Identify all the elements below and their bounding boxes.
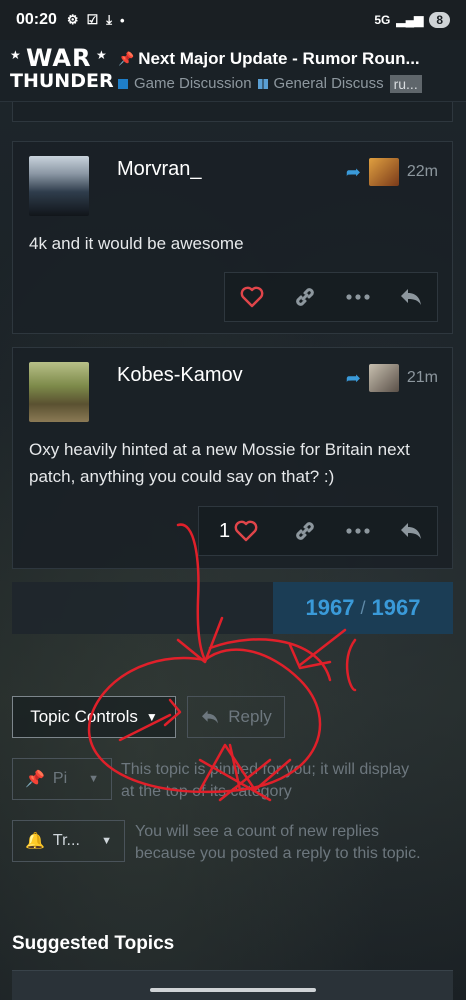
pin-icon: 📌 — [118, 50, 135, 66]
category-color-icon — [257, 78, 268, 89]
post-time[interactable]: 22m — [407, 163, 438, 181]
suggested-topics-list — [12, 970, 453, 1000]
post-actions: 1 — [198, 506, 438, 556]
timeline-bar: 1967 / 1967 — [12, 582, 453, 634]
more-options-button[interactable] — [341, 280, 375, 314]
battery-indicator: 8 — [429, 12, 450, 28]
post-username[interactable]: Kobes-Kamov — [117, 364, 243, 387]
war-thunder-logo[interactable]: ★ WAR ★ THUNDER — [8, 42, 114, 100]
post-time[interactable]: 21m — [407, 369, 438, 387]
bell-icon: 🔔 — [25, 833, 45, 850]
post-position-indicator[interactable]: 1967 / 1967 — [273, 582, 453, 634]
avatar[interactable] — [29, 362, 89, 422]
site-header: ★ WAR ★ THUNDER 📌 Next Major Update - Ru… — [0, 40, 466, 102]
pinned-description: This topic is pinned for you; it will di… — [121, 761, 410, 800]
post-actions — [224, 272, 438, 322]
status-bar: 00:20 ⚙ ☑ ⤓ • 5G ▂▄▆ 8 — [0, 0, 466, 40]
current-post-number: 1967 — [305, 595, 355, 620]
reply-button[interactable] — [394, 280, 428, 314]
post-body: 4k and it would be awesome — [29, 234, 244, 253]
topic-title-text: Next Major Update - Rumor Roun... — [138, 48, 420, 68]
pinned-dropdown[interactable]: 📌 Pi ▼ — [12, 758, 112, 800]
link-icon — [295, 522, 314, 540]
reply-icon — [400, 523, 421, 539]
avatar[interactable] — [29, 156, 89, 216]
pin-icon: 📌 — [25, 771, 45, 788]
reply-to-arrow-icon[interactable]: ➦ — [346, 368, 361, 389]
suggested-topics-heading: Suggested Topics — [12, 933, 175, 954]
heart-icon — [234, 520, 258, 542]
more-options-button[interactable] — [341, 514, 375, 548]
check-box-icon: ☑ — [86, 12, 99, 27]
share-link-button[interactable] — [288, 514, 322, 548]
total-post-number: 1967 — [371, 595, 421, 620]
dot-icon: • — [119, 12, 125, 28]
like-button[interactable] — [235, 280, 269, 314]
caret-down-icon: ▼ — [145, 710, 158, 724]
tracking-dropdown[interactable]: 🔔 Tr... ▼ — [12, 820, 125, 862]
topic-controls-label: Topic Controls — [30, 707, 138, 726]
status-time: 00:20 — [16, 11, 57, 28]
reply-to-avatar[interactable] — [368, 364, 399, 392]
ellipsis-icon — [345, 294, 370, 300]
caret-down-icon: ▼ — [88, 773, 99, 785]
logo-line1: WAR — [26, 43, 92, 72]
previous-post-stub — [12, 102, 453, 122]
reply-label: Reply — [228, 707, 272, 726]
reply-to-avatar[interactable] — [368, 158, 399, 186]
reply-button[interactable] — [394, 514, 428, 548]
star-icon: ★ — [10, 47, 21, 62]
category-link-game-discussion[interactable]: Game Discussion — [134, 75, 252, 92]
signal-icon: ▂▄▆ — [396, 13, 424, 27]
share-link-button[interactable] — [288, 280, 322, 314]
post: Kobes-Kamov ➦ 21m Oxy heavily hinted at … — [12, 347, 453, 569]
tracking-description: You will see a count of new replies beca… — [135, 823, 421, 862]
post-body: Oxy heavily hinted at a new Mossie for B… — [29, 440, 410, 486]
reply-topic-button[interactable]: Reply — [187, 696, 285, 738]
post-username[interactable]: Morvran_ — [117, 158, 201, 181]
reply-icon — [202, 710, 219, 724]
network-label: 5G — [374, 13, 391, 27]
category-color-icon — [118, 78, 128, 89]
logo-line2: THUNDER — [10, 69, 114, 92]
tracking-label: Tr... — [52, 832, 80, 849]
heart-icon — [240, 286, 263, 308]
separator: / — [360, 597, 366, 618]
gesture-navigation-bar[interactable] — [150, 988, 316, 992]
category-link-general-discussion[interactable]: General Discuss — [274, 75, 384, 92]
topic-tag[interactable]: ru... — [389, 74, 422, 93]
post: Morvran_ ➦ 22m 4k and it would be awesom… — [12, 141, 453, 334]
reply-to-arrow-icon[interactable]: ➦ — [346, 162, 361, 183]
download-icon: ⤓ — [106, 12, 112, 27]
like-count: 1 — [218, 519, 231, 542]
like-button[interactable]: 1 — [209, 514, 269, 548]
gear-icon: ⚙ — [66, 12, 79, 27]
reply-icon — [400, 289, 421, 305]
ellipsis-icon — [345, 528, 370, 534]
caret-down-icon: ▼ — [101, 835, 112, 847]
pinned-label: Pi — [52, 770, 68, 787]
topic-title[interactable]: 📌 Next Major Update - Rumor Roun... — [118, 49, 458, 69]
star-icon: ★ — [96, 47, 107, 62]
link-icon — [295, 288, 314, 306]
topic-controls-button[interactable]: Topic Controls ▼ — [12, 696, 176, 738]
